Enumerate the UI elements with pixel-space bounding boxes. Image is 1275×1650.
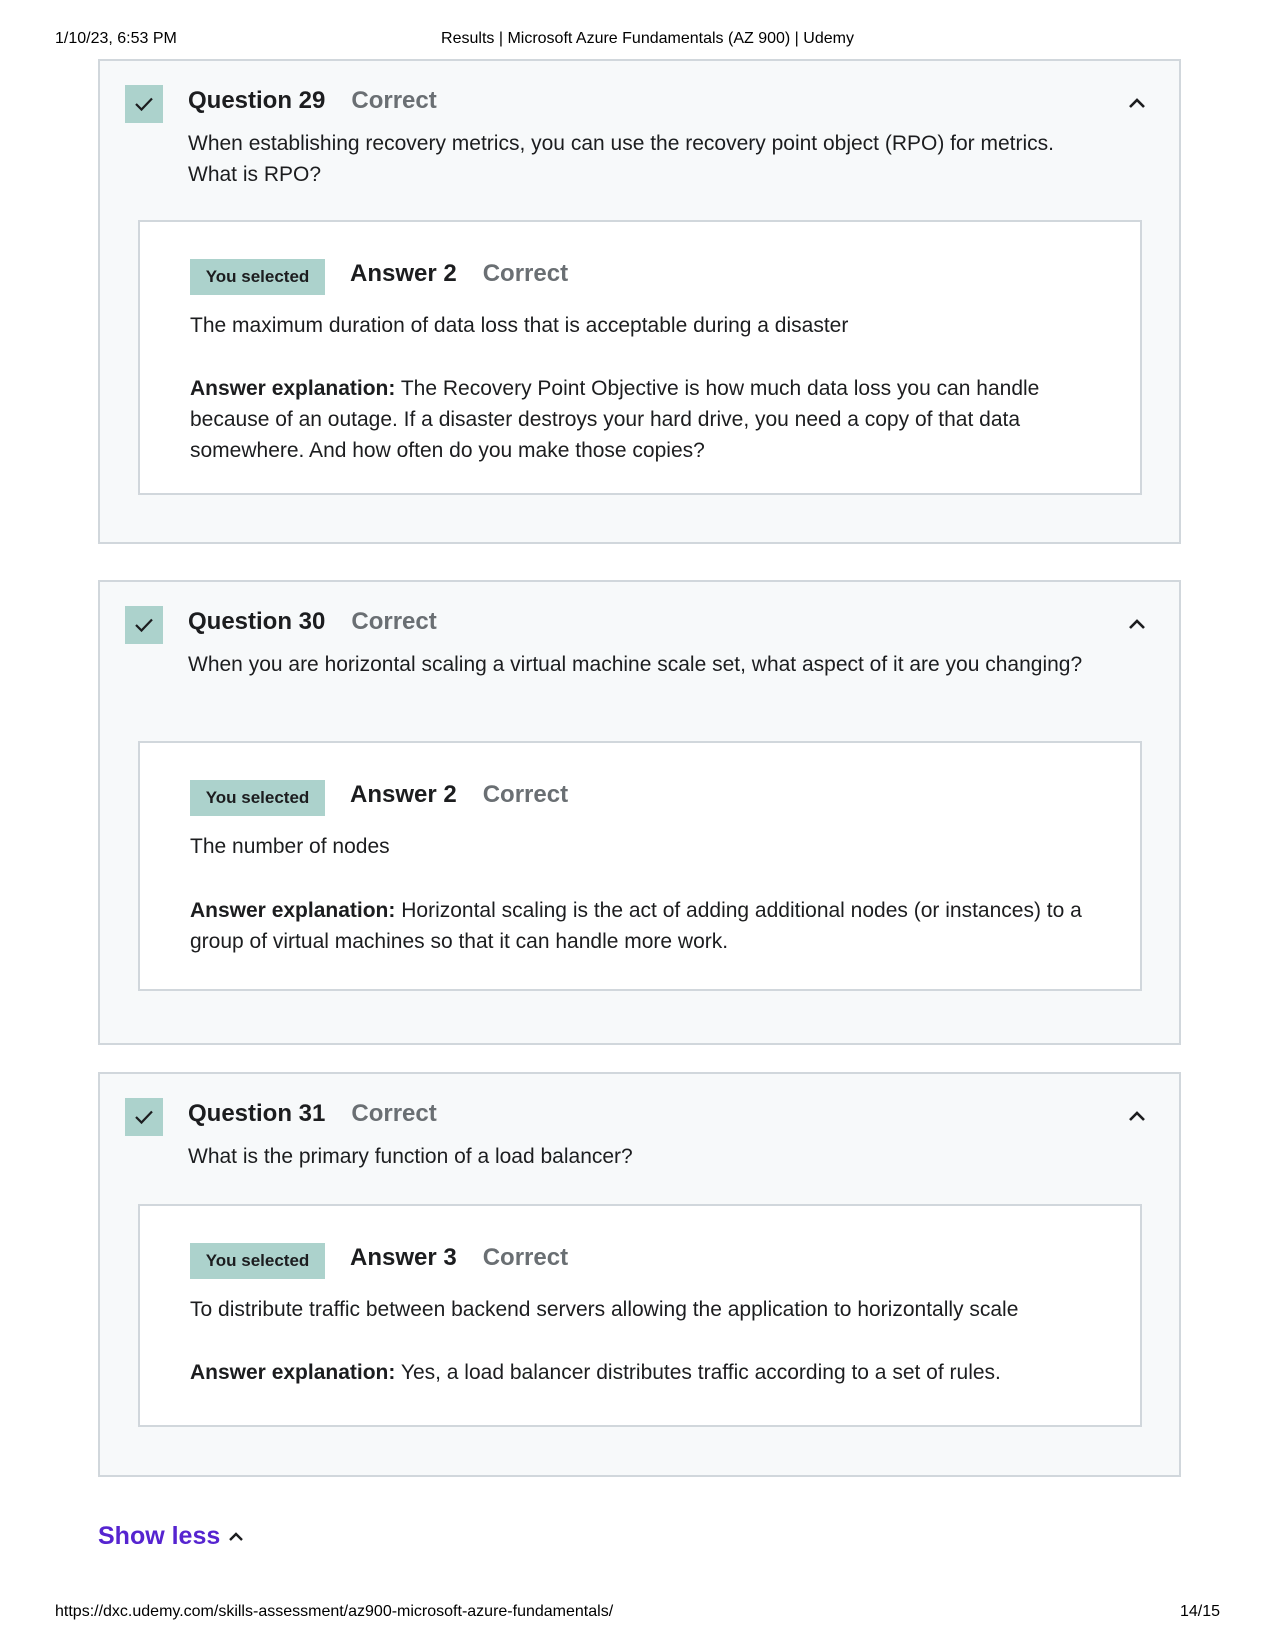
question-title: Question 30: [188, 608, 326, 635]
question-status: Correct: [351, 87, 437, 114]
chevron-up-icon[interactable]: [1125, 612, 1149, 636]
check-icon: [125, 1098, 163, 1136]
question-status: Correct: [351, 1100, 437, 1127]
question-text: When establishing recovery metrics, you …: [188, 132, 1055, 186]
chevron-up-icon[interactable]: [1125, 1104, 1149, 1128]
answer-card: You selected Answer 2 Correct The number…: [138, 741, 1142, 991]
check-icon: [125, 606, 163, 644]
answer-header: Answer 2 Correct: [350, 260, 568, 288]
check-icon: [125, 85, 163, 123]
print-page-number: 14/15: [1179, 1603, 1220, 1620]
question-status: Correct: [351, 608, 437, 635]
answer-title: Answer 3: [350, 1244, 457, 1271]
show-less-label: Show less: [98, 1522, 221, 1550]
question-title: Question 31: [188, 1100, 326, 1127]
answer-explanation-label: Answer explanation:: [190, 899, 396, 922]
print-footer: https://dxc.udemy.com/skills-assessment/…: [0, 1603, 1275, 1625]
answer-status: Correct: [482, 260, 569, 287]
answer-card: You selected Answer 3 Correct To distrib…: [138, 1204, 1142, 1427]
answer-status: Correct: [482, 1244, 569, 1271]
answer-explanation-label: Answer explanation:: [190, 377, 396, 400]
answer-text: The maximum duration of data loss that i…: [190, 314, 849, 337]
answer-text: To distribute traffic between backend se…: [190, 1298, 1019, 1321]
show-less-button[interactable]: Show less: [98, 1522, 244, 1551]
question-card: Question 31 Correct What is the primary …: [98, 1072, 1181, 1477]
question-text: When you are horizontal scaling a virtua…: [188, 653, 1083, 676]
print-page-title: Results | Microsoft Azure Fundamentals (…: [441, 30, 854, 47]
answer-explanation-text: Yes, a load balancer distributes traffic…: [400, 1361, 1001, 1384]
print-header: 1/10/23, 6:53 PM Results | Microsoft Azu…: [0, 30, 1275, 52]
answer-header: Answer 3 Correct: [350, 1244, 568, 1272]
answer-text: The number of nodes: [190, 835, 390, 858]
answer-explanation-label: Answer explanation:: [190, 1361, 396, 1384]
answer-header: Answer 2 Correct: [350, 781, 568, 809]
answer-title: Answer 2: [350, 260, 457, 287]
question-header: Question 29 Correct: [188, 87, 437, 119]
answer-explanation: Answer explanation: Yes, a load balancer…: [190, 1357, 1090, 1388]
print-url: https://dxc.udemy.com/skills-assessment/…: [55, 1603, 614, 1620]
question-title: Question 29: [188, 87, 326, 114]
you-selected-badge: You selected: [190, 259, 325, 295]
question-text: What is the primary function of a load b…: [188, 1145, 633, 1168]
answer-status: Correct: [482, 781, 569, 808]
question-card: Question 29 Correct When establishing re…: [98, 59, 1181, 544]
answer-explanation: Answer explanation: Horizontal scaling i…: [190, 895, 1090, 957]
question-card: Question 30 Correct When you are horizon…: [98, 580, 1181, 1045]
question-header: Question 31 Correct: [188, 1100, 437, 1132]
answer-card: You selected Answer 2 Correct The maximu…: [138, 220, 1142, 495]
chevron-up-icon: [229, 1532, 244, 1541]
chevron-up-icon[interactable]: [1125, 91, 1149, 115]
question-header: Question 30 Correct: [188, 608, 437, 640]
answer-explanation: Answer explanation: The Recovery Point O…: [190, 373, 1090, 466]
you-selected-badge: You selected: [190, 780, 325, 816]
answer-title: Answer 2: [350, 781, 457, 808]
you-selected-badge: You selected: [190, 1243, 325, 1279]
